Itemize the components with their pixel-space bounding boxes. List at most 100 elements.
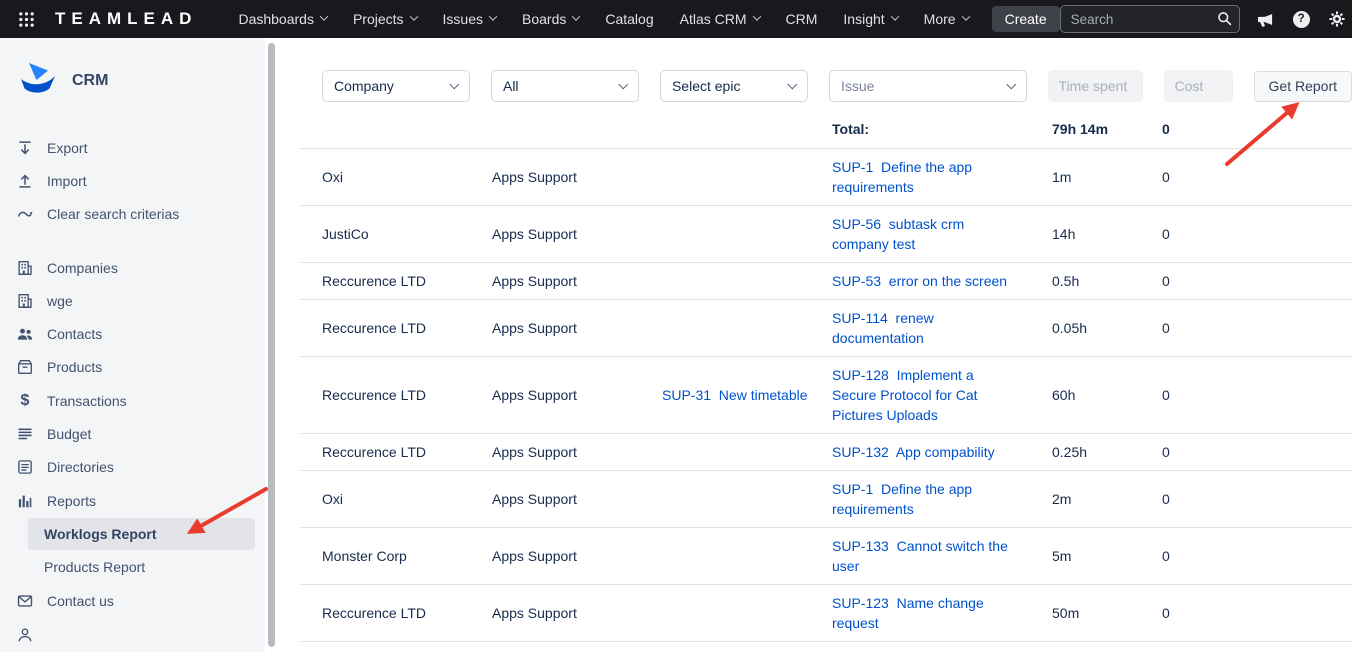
sidebar-item-clear-search[interactable]: Clear search criterias — [0, 198, 265, 231]
sidebar-item-contact-us[interactable]: Contact us — [0, 584, 265, 618]
sidebar-item-budget[interactable]: Budget — [0, 417, 265, 450]
sidebar-item-label: Clear search criterias — [47, 206, 179, 222]
nav-issues[interactable]: Issues — [430, 0, 509, 38]
issue-link[interactable]: SUP-133 Cannot switch the user — [832, 538, 1012, 574]
get-report-button[interactable]: Get Report — [1254, 71, 1352, 102]
project-cell: Apps Support — [492, 434, 662, 471]
sidebar-item-label: Import — [47, 173, 87, 189]
announcement-icon[interactable] — [1256, 11, 1275, 28]
sidebar-item-directories[interactable]: Directories — [0, 451, 265, 484]
app-switcher-icon[interactable] — [18, 11, 35, 28]
company-cell: Reccurence LTD — [300, 642, 492, 652]
epic-cell — [662, 585, 832, 642]
company-cell: Reccurence LTD — [300, 300, 492, 357]
nav-projects[interactable]: Projects — [340, 0, 430, 38]
gear-icon[interactable] — [1328, 10, 1346, 28]
epic-cell — [662, 471, 832, 528]
sidebar-item-worklogs-report[interactable]: Worklogs Report — [28, 518, 255, 549]
issue-link[interactable]: SUP-114 renew documentation — [832, 310, 938, 346]
nav-more[interactable]: More — [911, 0, 982, 38]
chevron-down-icon — [450, 79, 459, 88]
sidebar-item-wge[interactable]: wge — [0, 284, 265, 317]
sidebar-item-export[interactable]: Export — [0, 131, 265, 164]
time-spent-cell: 60h — [1052, 357, 1162, 434]
cost-cell: 0 — [1162, 434, 1352, 471]
topnav-icon-group: ? — [1256, 10, 1346, 28]
sidebar-item-products[interactable]: Products — [0, 351, 265, 384]
company-cell: Monster Corp — [300, 528, 492, 585]
sidebar-item-label: Contact us — [47, 593, 114, 609]
crm-app-logo: CRM — [0, 60, 265, 101]
bar-chart-icon — [16, 492, 34, 510]
nav-atlas-crm[interactable]: Atlas CRM — [667, 0, 773, 38]
issue-link[interactable]: SUP-132 App compability — [832, 444, 995, 460]
help-glyph: ? — [1298, 13, 1305, 25]
time-spent-cell: 2m — [1052, 471, 1162, 528]
project-cell: Apps Support — [492, 300, 662, 357]
time-spent-cell: 14h — [1052, 206, 1162, 263]
search-input[interactable] — [1060, 5, 1240, 33]
chevron-down-icon — [1007, 79, 1016, 88]
issue-link[interactable]: SUP-53 error on the screen — [832, 273, 1007, 289]
issue-link[interactable]: SUP-56 subtask crm company test — [832, 216, 968, 252]
table-row: Reccurence LTD Apps Support SUP-114 rene… — [300, 300, 1352, 357]
issue-cell: SUP-132 App compability — [832, 434, 1052, 471]
nav-label: Catalog — [605, 11, 653, 27]
sidebar-item-label: Products Report — [44, 559, 145, 575]
issue-link[interactable]: SUP-123 Name change request — [832, 595, 988, 631]
sidebar-item-label: Export — [47, 140, 87, 156]
issue-filter-select[interactable]: Issue — [829, 70, 1027, 102]
epic-filter-select[interactable]: Select epic — [660, 70, 808, 102]
clear-criteria-icon — [16, 205, 34, 223]
sidebar-item-profile-partial[interactable] — [0, 618, 265, 652]
nav-label: More — [924, 11, 956, 27]
project-cell: Apps Support — [492, 585, 662, 642]
sidebar-scrollbar-track — [265, 38, 278, 652]
sidebar-item-products-report[interactable]: Products Report — [0, 552, 265, 583]
table-row: Reccurence LTD Apps Support SUP-132 App … — [300, 434, 1352, 471]
total-cost: 0 — [1162, 110, 1352, 149]
table-row: Oxi Apps Support SUP-1 Define the app re… — [300, 149, 1352, 206]
brand-logo[interactable]: TEAMLEAD — [55, 9, 197, 29]
project-cell: Apps Support — [492, 642, 662, 652]
global-search — [1060, 5, 1240, 33]
help-icon[interactable]: ? — [1293, 11, 1310, 28]
sidebar-scrollbar-thumb[interactable] — [268, 43, 275, 647]
export-icon — [16, 139, 34, 157]
nav-crm[interactable]: CRM — [773, 0, 831, 38]
sidebar-item-companies[interactable]: Companies — [0, 251, 265, 284]
nav-boards[interactable]: Boards — [509, 0, 592, 38]
company-cell: Reccurence LTD — [300, 357, 492, 434]
issue-cell: SUP-123 Name change request — [832, 585, 1052, 642]
nav-catalog[interactable]: Catalog — [592, 0, 666, 38]
time-spent-cell: 1m — [1052, 149, 1162, 206]
create-button[interactable]: Create — [992, 6, 1060, 32]
sidebar-divider — [0, 231, 265, 251]
cost-cell: 0 — [1162, 263, 1352, 300]
nav-insight[interactable]: Insight — [830, 0, 910, 38]
sidebar-item-reports[interactable]: Reports — [0, 484, 265, 517]
chevron-down-icon — [890, 12, 898, 20]
sidebar-item-contacts[interactable]: Contacts — [0, 317, 265, 350]
nav-dashboards[interactable]: Dashboards — [225, 0, 340, 38]
select-value: Issue — [841, 78, 874, 94]
select-value: Select epic — [672, 78, 740, 94]
company-filter-select[interactable]: Company — [322, 70, 470, 102]
cost-cell: 0 — [1162, 206, 1352, 263]
nav-label: Dashboards — [238, 11, 314, 27]
nav-label: Issues — [443, 11, 483, 27]
sidebar-item-transactions[interactable]: $ Transactions — [0, 384, 265, 417]
epic-link[interactable]: SUP-31 New timetable — [662, 387, 808, 403]
sidebar-item-import[interactable]: Import — [0, 164, 265, 197]
sidebar-item-label: Transactions — [47, 393, 127, 409]
project-filter-select[interactable]: All — [491, 70, 639, 102]
project-cell: Apps Support — [492, 206, 662, 263]
search-icon[interactable] — [1217, 11, 1232, 31]
sidebar-item-label: Contacts — [47, 326, 102, 342]
issue-link[interactable]: SUP-128 Implement a Secure Protocol for … — [832, 367, 981, 423]
epic-cell — [662, 206, 832, 263]
nav-label: Atlas CRM — [680, 11, 747, 27]
issue-link[interactable]: SUP-1 Define the app requirements — [832, 159, 976, 195]
issue-link[interactable]: SUP-1 Define the app requirements — [832, 481, 976, 517]
building-icon — [16, 259, 34, 277]
